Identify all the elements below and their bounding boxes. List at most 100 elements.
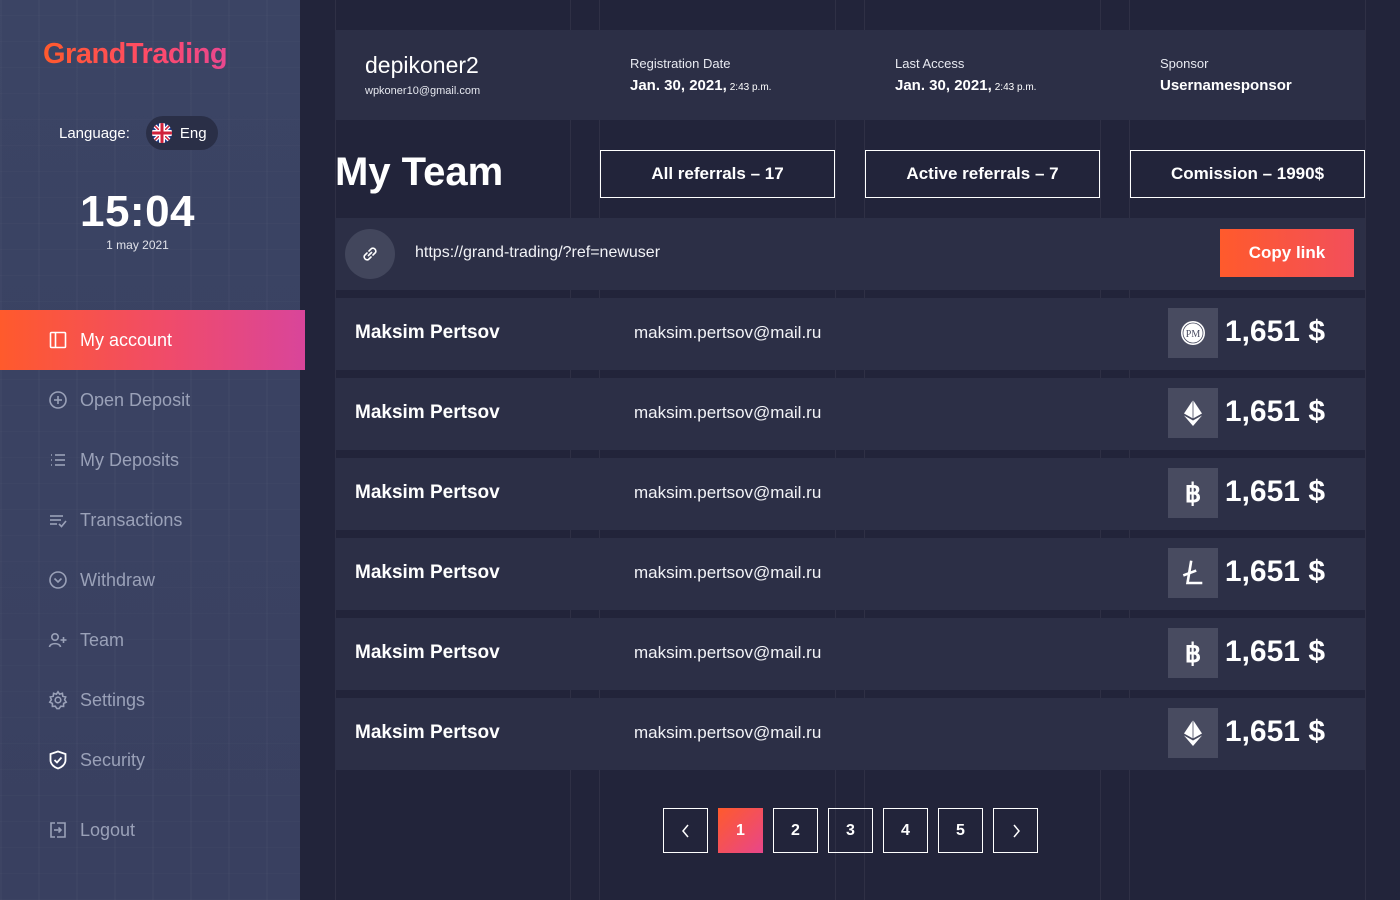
member-amount: 1,651 $ — [1224, 315, 1325, 348]
member-name: Maksim Pertsov — [355, 562, 500, 583]
member-amount: 1,651 $ — [1224, 555, 1325, 588]
brand-logo[interactable]: GrandTrading — [43, 38, 228, 71]
nav-item-transactions[interactable]: Transactions — [0, 490, 305, 550]
registration-time-value: 2:43 p.m. — [729, 82, 772, 93]
nav-item-team[interactable]: Team — [0, 610, 305, 670]
table-row: Maksim Pertsov maksim.pertsov@mail.ru PM… — [335, 298, 1365, 370]
clock-date: 1 may 2021 — [106, 238, 169, 252]
plus-circle-icon — [47, 389, 69, 411]
logout-icon — [47, 819, 69, 841]
table-row: Maksim Pertsov maksim.pertsov@mail.ru ฿ … — [335, 618, 1365, 690]
member-amount: 1,651 $ — [1224, 475, 1325, 508]
member-name: Maksim Pertsov — [355, 322, 500, 343]
member-name: Maksim Pertsov — [355, 722, 500, 743]
page-button[interactable]: 1 — [718, 808, 763, 853]
nav-label: Settings — [80, 689, 146, 710]
bitcoin-icon: ฿ — [1168, 628, 1218, 678]
chevron-circle-icon — [47, 569, 69, 591]
nav-item-settings[interactable]: Settings — [0, 670, 305, 730]
nav-label: My account — [80, 329, 173, 350]
member-email: maksim.pertsov@mail.ru — [634, 723, 822, 742]
table-row: Maksim Pertsov maksim.pertsov@mail.ru 1,… — [335, 698, 1365, 770]
sponsor: Sponsor Usernamesponsor — [1160, 56, 1292, 94]
nav-item-open-deposit[interactable]: Open Deposit — [0, 370, 305, 430]
member-amount: 1,651 $ — [1224, 635, 1325, 668]
shield-icon — [47, 749, 69, 771]
ethereum-icon — [1168, 708, 1218, 758]
sidebar: GrandTrading Language: Eng 15:04 1 may 2… — [0, 0, 305, 900]
language-selector: Language: Eng — [59, 116, 218, 150]
uk-flag-icon — [151, 123, 172, 143]
registration-date: Registration Date Jan. 30, 2021, 2:43 p.m… — [630, 56, 771, 94]
page-button[interactable]: 5 — [938, 808, 983, 853]
nav-item-logout[interactable]: Logout — [0, 800, 305, 860]
transactions-icon — [47, 509, 69, 531]
chevron-right-icon — [1012, 824, 1020, 837]
last-access-time-value: 2:43 p.m. — [994, 82, 1037, 93]
member-name: Maksim Pertsov — [355, 482, 500, 503]
referral-link-bar: https://grand-trading/?ref=newuser Copy … — [335, 218, 1365, 290]
list-icon — [47, 449, 69, 471]
prev-page-button[interactable] — [663, 808, 708, 853]
registration-date-value: Jan. 30, 2021, — [630, 77, 727, 94]
active-referrals-stat[interactable]: Active referrals – 7 — [865, 150, 1100, 198]
nav-item-withdraw[interactable]: Withdraw — [0, 550, 305, 610]
next-page-button[interactable] — [993, 808, 1038, 853]
litecoin-icon — [1168, 548, 1218, 598]
perfect-money-icon: PM — [1168, 308, 1218, 358]
page-title: My Team — [335, 150, 504, 194]
last-access-date-value: Jan. 30, 2021, — [895, 77, 992, 94]
nav-label: Team — [80, 629, 125, 650]
last-access: Last Access Jan. 30, 2021, 2:43 p.m. — [895, 56, 1036, 94]
page-button[interactable]: 4 — [883, 808, 928, 853]
grid-line — [1365, 0, 1366, 900]
nav-label: My Deposits — [80, 449, 180, 470]
member-email: maksim.pertsov@mail.ru — [634, 563, 822, 582]
member-email: maksim.pertsov@mail.ru — [634, 403, 822, 422]
table-row: Maksim Pertsov maksim.pertsov@mail.ru 1,… — [335, 378, 1365, 450]
gear-icon — [47, 689, 69, 711]
sponsor-label: Sponsor — [1160, 56, 1209, 71]
language-label: Language: — [59, 124, 130, 142]
nav-item-my-deposits[interactable]: My Deposits — [0, 430, 305, 490]
nav-label: Logout — [80, 819, 136, 840]
svg-text:PM: PM — [1186, 329, 1201, 340]
nav-label: Open Deposit — [80, 389, 191, 410]
language-dropdown[interactable]: Eng — [145, 116, 218, 150]
member-name: Maksim Pertsov — [355, 402, 500, 423]
nav-label: Security — [80, 749, 146, 770]
panel-icon — [47, 329, 69, 351]
chevron-left-icon — [681, 824, 689, 837]
user-email: wpkoner10@gmail.com — [365, 85, 481, 97]
ethereum-icon — [1168, 388, 1218, 438]
table-row: Maksim Pertsov maksim.pertsov@mail.ru ฿ … — [335, 458, 1365, 530]
member-email: maksim.pertsov@mail.ru — [634, 643, 822, 662]
nav-item-security[interactable]: Security — [0, 730, 305, 790]
commission-stat[interactable]: Comission – 1990$ — [1130, 150, 1365, 198]
all-referrals-stat[interactable]: All referrals – 17 — [600, 150, 835, 198]
sponsor-value: Usernamesponsor — [1160, 77, 1292, 94]
last-access-label: Last Access — [895, 56, 965, 71]
page-button[interactable]: 3 — [828, 808, 873, 853]
clock-time: 15:04 — [79, 187, 196, 236]
language-value: Eng — [179, 124, 207, 142]
member-name: Maksim Pertsov — [355, 642, 500, 663]
page-button[interactable]: 2 — [773, 808, 818, 853]
member-amount: 1,651 $ — [1224, 395, 1325, 428]
clock: 15:04 1 may 2021 — [0, 187, 275, 253]
add-user-icon — [47, 629, 69, 651]
username: depikoner2 — [365, 52, 479, 78]
copy-link-button[interactable]: Copy link — [1220, 229, 1354, 277]
registration-label: Registration Date — [630, 56, 731, 71]
table-row: Maksim Pertsov maksim.pertsov@mail.ru 1,… — [335, 538, 1365, 610]
nav-item-my-account[interactable]: My account — [0, 310, 305, 370]
link-icon — [345, 229, 395, 279]
referral-url[interactable]: https://grand-trading/?ref=newuser — [415, 244, 660, 262]
nav-label: Withdraw — [80, 569, 156, 590]
member-amount: 1,651 $ — [1224, 715, 1325, 748]
nav-label: Transactions — [80, 509, 183, 530]
pagination: 1 2 3 4 5 — [663, 808, 1048, 853]
sidebar-nav: My account Open Deposit My Deposits Tran… — [0, 310, 305, 860]
member-email: maksim.pertsov@mail.ru — [634, 483, 822, 502]
profile-info-bar: depikoner2 wpkoner10@gmail.com Registrat… — [335, 30, 1365, 120]
